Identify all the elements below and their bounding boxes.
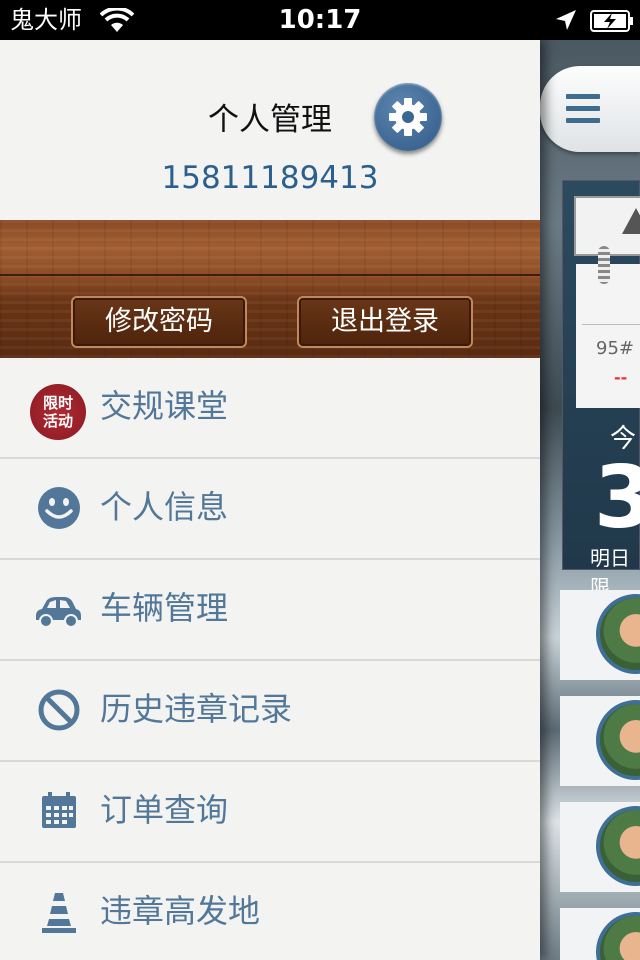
hamburger-icon	[566, 94, 600, 99]
phone-number: 15811189413	[161, 160, 379, 196]
no-entry-icon	[38, 689, 80, 731]
car-icon	[36, 597, 81, 628]
menu-item-label: 交规课堂	[100, 387, 229, 425]
spring-clip-icon	[598, 246, 610, 284]
fuel-board: 95# --	[576, 264, 640, 408]
avatar	[596, 806, 640, 886]
fuel-value: --	[614, 368, 628, 387]
drawer-header: 个人管理 15811189413	[0, 40, 540, 220]
list-item[interactable]	[560, 908, 640, 960]
change-password-button[interactable]: 修改密码	[71, 296, 247, 348]
clock: 10:17	[278, 5, 362, 35]
menu-item-violation-hotspots[interactable]: 违章高发地	[0, 863, 540, 960]
menu-item-label: 个人信息	[100, 488, 229, 526]
fuel-label: 95#	[596, 338, 634, 359]
menu-item-label: 订单查询	[100, 791, 229, 829]
page-title: 个人管理	[208, 102, 332, 138]
menu-list: 限时 活动 交规课堂 个人信息 车辆管理 历史违章记录 订单查询 违章高发地	[0, 358, 540, 960]
traffic-cone-icon	[42, 893, 76, 933]
menu-item-label: 违章高发地	[100, 892, 261, 930]
side-drawer: 个人管理 15811189413 修改密码 退出登录 限时 活动 交规课堂 个人…	[0, 40, 540, 960]
menu-item-personal-info[interactable]: 个人信息	[0, 459, 540, 560]
avatar	[596, 700, 640, 780]
list-item[interactable]	[560, 590, 640, 680]
warning-triangle-icon	[622, 208, 640, 234]
menu-item-traffic-rules-class[interactable]: 限时 活动 交规课堂	[0, 358, 540, 459]
menu-item-vehicle-management[interactable]: 车辆管理	[0, 560, 540, 661]
battery-charging-icon	[590, 10, 634, 36]
calendar-icon	[42, 792, 76, 828]
avatar	[596, 912, 640, 960]
settings-button[interactable]	[374, 83, 442, 151]
restriction-number: 3	[594, 448, 640, 548]
promo-badge-icon: 限时 活动	[30, 384, 86, 440]
hamburger-icon-bar	[566, 106, 600, 111]
gear-icon	[389, 98, 427, 136]
status-bar: 鬼大师 10:17	[0, 0, 640, 40]
list-item[interactable]	[560, 802, 640, 892]
list-item[interactable]	[560, 696, 640, 786]
wood-seam	[0, 274, 540, 276]
menu-item-violation-history[interactable]: 历史违章记录	[0, 661, 540, 762]
location-arrow-icon	[554, 8, 578, 36]
menu-item-label: 历史违章记录	[100, 690, 293, 728]
menu-item-label: 车辆管理	[100, 589, 229, 627]
board-divider	[582, 324, 640, 325]
logout-button[interactable]: 退出登录	[297, 296, 473, 348]
hamburger-icon-bar	[566, 118, 600, 123]
hamburger-menu-button[interactable]	[540, 66, 640, 152]
main-view-peek[interactable]: 95# -- 今 3 明日限	[540, 40, 640, 960]
smiley-icon	[38, 487, 80, 529]
menu-item-order-query[interactable]: 订单查询	[0, 762, 540, 863]
avatar	[596, 594, 640, 674]
account-actions-bar: 修改密码 退出登录	[0, 220, 540, 358]
